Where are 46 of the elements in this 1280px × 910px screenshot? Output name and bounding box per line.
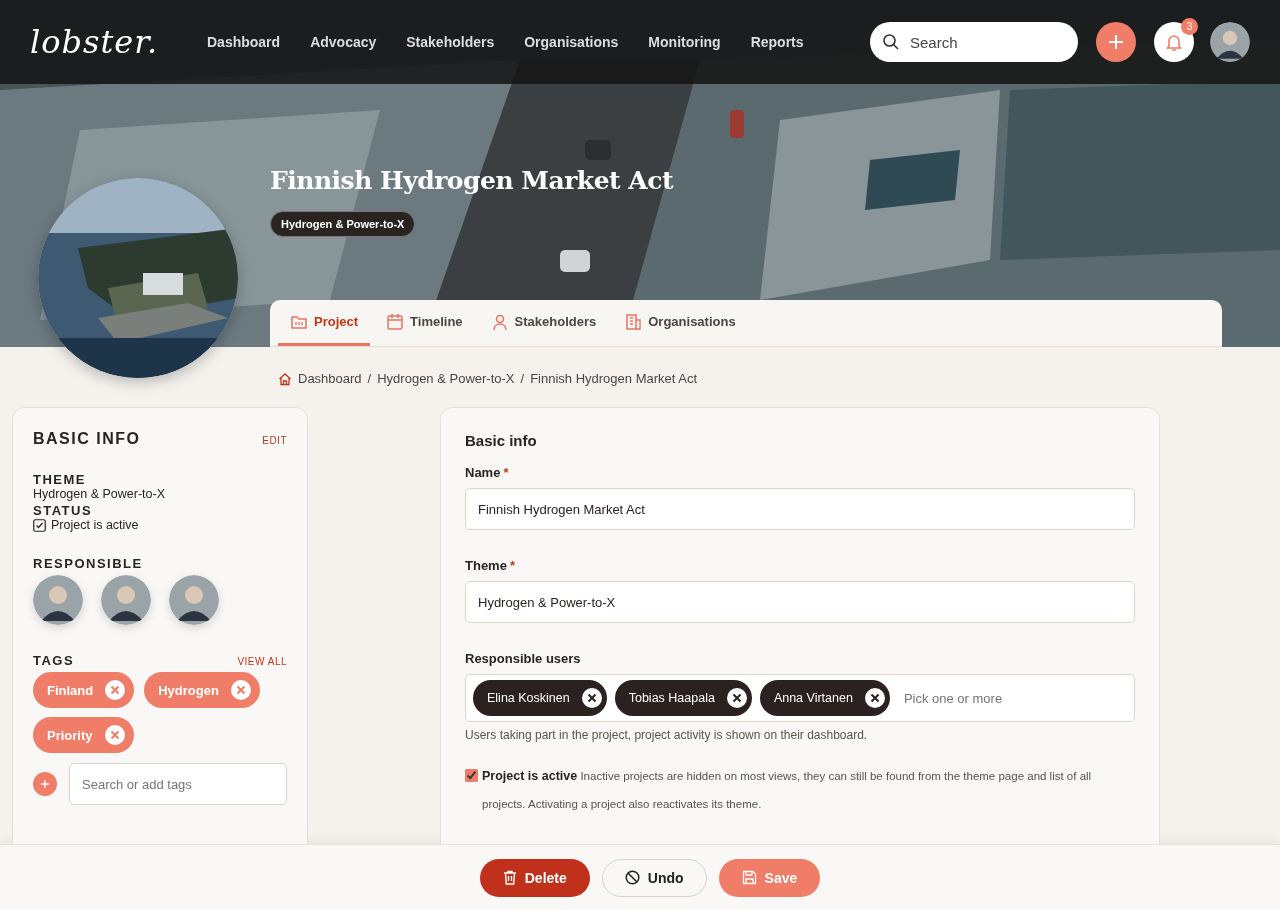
- breadcrumb-separator: /: [367, 371, 372, 386]
- field-label: Name: [465, 465, 501, 480]
- field-label: Theme: [465, 558, 507, 573]
- field-value: Hydrogen & Power-to-X: [33, 487, 166, 501]
- checkbox[interactable]: [465, 769, 478, 782]
- field-label: TAGS: [33, 653, 75, 668]
- avatar: [101, 575, 151, 625]
- checkbox-description: Project is active Inactive projects are hidden on most views, they can still be found from the theme page and list of all projects. Activating a project also reactivates its theme.: [482, 768, 1093, 812]
- field-label: Responsible users: [465, 651, 581, 666]
- tag-label: Priority: [47, 727, 93, 743]
- delete-button[interactable]: Delete: [479, 858, 590, 897]
- tag-label: Finland: [47, 682, 94, 698]
- form-heading: Basic info: [465, 432, 538, 449]
- breadcrumb-link[interactable]: Finnish Hydrogen Market Act: [530, 371, 698, 386]
- undo-button[interactable]: Undo: [601, 858, 707, 897]
- field-label: THEME: [33, 472, 87, 487]
- breadcrumb-link[interactable]: Hydrogen & Power-to-X: [377, 371, 515, 386]
- chip-label: Elina Koskinen: [487, 691, 570, 705]
- breadcrumb-separator: /: [520, 371, 525, 386]
- status-text: Project is active: [51, 518, 139, 532]
- input-field[interactable]: Hydrogen & Power-to-X: [465, 581, 1135, 623]
- help-text: Users taking part in the project, project activity is shown on their dashboard.: [465, 728, 869, 742]
- tag-label: Hydrogen: [158, 682, 219, 698]
- required-mark: *: [503, 465, 509, 480]
- remove-icon[interactable]: [581, 688, 602, 708]
- required-mark: *: [509, 558, 515, 573]
- tag-search-field[interactable]: Search or add tags: [69, 763, 287, 805]
- breadcrumb-link[interactable]: Dashboard: [298, 371, 362, 386]
- plus-icon: [40, 779, 50, 789]
- view-all-link[interactable]: VIEW ALL: [237, 656, 287, 667]
- prohibited-icon: [624, 870, 640, 885]
- field-label: STATUS: [33, 503, 94, 518]
- input-field[interactable]: Finnish Hydrogen Market Act: [465, 488, 1135, 530]
- chip-label: Anna Virtanen: [773, 691, 853, 705]
- avatar: [169, 575, 219, 625]
- card-heading: BASIC INFO: [33, 430, 141, 448]
- trash-icon: [502, 870, 517, 885]
- remove-icon[interactable]: [864, 688, 885, 708]
- field-label: RESPONSIBLE: [33, 556, 144, 571]
- user-picker-field[interactable]: Elina Koskinen Tobias Haapala Anna Virtanen Pick one or more: [465, 674, 1135, 722]
- add-tag-button[interactable]: [33, 772, 57, 796]
- chip-label: Tobias Haapala: [628, 691, 715, 705]
- avatar: [33, 575, 83, 625]
- remove-icon[interactable]: [726, 688, 747, 708]
- home-icon: [278, 371, 292, 386]
- edit-link[interactable]: EDIT: [262, 435, 287, 446]
